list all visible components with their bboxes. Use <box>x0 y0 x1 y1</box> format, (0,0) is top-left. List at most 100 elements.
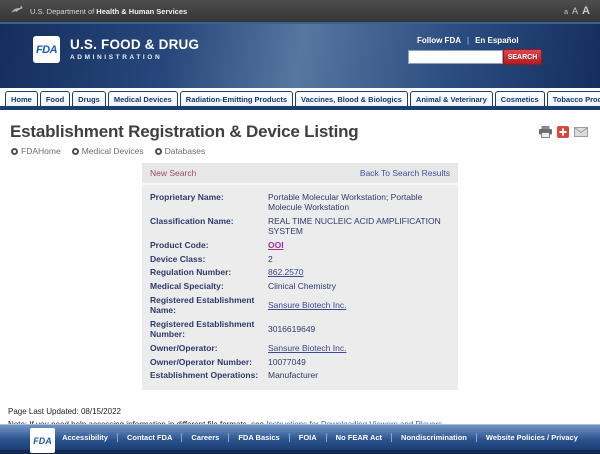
registered-establishment-name-link[interactable]: Sansure Biotech Inc. <box>268 300 450 311</box>
share-icon[interactable] <box>557 126 569 138</box>
registered-establishment-number-value: 3016619649 <box>268 324 450 335</box>
field-label: Device Class: <box>150 254 268 265</box>
page-header: Establishment Registration & Device List… <box>0 110 600 156</box>
back-to-search-results-link[interactable]: Back To Search Results <box>360 168 450 178</box>
table-row: Classification Name: REAL TIME NUCLEIC A… <box>150 214 450 238</box>
footer-link-no-fear-act[interactable]: No FEAR Act <box>327 433 392 442</box>
table-row: Device Class: 2 <box>150 252 450 266</box>
establishment-operations-value: Manufacturer <box>268 370 450 381</box>
breadcrumb-label: FDAHome <box>21 146 61 156</box>
page-title: Establishment Registration & Device List… <box>10 122 590 142</box>
tab-cosmetics[interactable]: Cosmetics <box>495 91 545 106</box>
footer-fda-logo[interactable]: FDA <box>30 428 55 453</box>
fda-logo[interactable]: FDA <box>33 36 60 63</box>
breadcrumb-databases[interactable]: Databases <box>155 146 206 156</box>
follow-fda-link[interactable]: Follow FDA <box>417 36 461 45</box>
tab-food[interactable]: Food <box>40 91 70 106</box>
breadcrumb-medical-devices[interactable]: Medical Devices <box>72 146 144 156</box>
table-row: Registered Establishment Name: Sansure B… <box>150 293 450 317</box>
field-label: Regulation Number: <box>150 267 268 278</box>
table-row: Registered Establishment Number: 3016619… <box>150 317 450 341</box>
tab-drugs[interactable]: Drugs <box>72 91 106 106</box>
hhs-dept-bold: Health & Human Services <box>96 7 187 16</box>
search-button[interactable]: SEARCH <box>503 49 542 65</box>
table-row: Product Code: OOI <box>150 239 450 253</box>
text-size-large-button[interactable]: A <box>582 5 590 17</box>
footer-link-foia[interactable]: FOIA <box>290 433 327 442</box>
text-size-controls: a A A <box>564 5 590 17</box>
field-label: Registered Establishment Number: <box>150 319 268 340</box>
medical-specialty-value: Clinical Chemistry <box>268 281 450 292</box>
device-detail-panel: New Search Back To Search Results Propri… <box>142 163 458 390</box>
table-row: Regulation Number: 862.2570 <box>150 266 450 280</box>
field-label: Product Code: <box>150 240 268 251</box>
field-label: Medical Specialty: <box>150 281 268 292</box>
table-row: Owner/Operator Number: 10077049 <box>150 355 450 369</box>
breadcrumb-bullet-icon <box>155 148 162 155</box>
print-icon[interactable] <box>539 126 552 138</box>
classification-name-value: REAL TIME NUCLEIC ACID AMPLIFICATION SYS… <box>268 216 450 237</box>
hhs-dept-prefix: U.S. Department of <box>30 7 94 16</box>
search-input[interactable] <box>408 50 503 64</box>
field-label: Registered Establishment Name: <box>150 295 268 316</box>
field-label: Classification Name: <box>150 216 268 237</box>
breadcrumb-label: Medical Devices <box>82 146 144 156</box>
hhs-dept-text[interactable]: U.S. Department of Health & Human Servic… <box>30 7 187 16</box>
breadcrumb-fda-home[interactable]: FDAHome <box>11 146 61 156</box>
header-links: Follow FDA | En Español <box>417 36 519 45</box>
footer-link-careers[interactable]: Careers <box>182 433 229 442</box>
table-row: Medical Specialty: Clinical Chemistry <box>150 279 450 293</box>
page-action-icons <box>539 126 588 138</box>
footer-fda-logo-text: FDA <box>33 436 52 446</box>
footer-link-nondiscrimination[interactable]: Nondiscrimination <box>392 433 477 442</box>
regulation-number-link[interactable]: 862.2570 <box>268 267 450 278</box>
fda-logo-text: FDA <box>36 44 57 56</box>
proprietary-name-value: Portable Molecular Workstation; Portable… <box>268 192 450 213</box>
footer-link-accessibility[interactable]: Accessibility <box>53 433 118 442</box>
fda-wordmark-line1: U.S. FOOD & DRUG <box>70 37 199 52</box>
tab-radiation-emitting-products[interactable]: Radiation-Emitting Products <box>180 91 293 106</box>
owner-operator-link[interactable]: Sansure Biotech Inc. <box>268 343 450 354</box>
fda-wordmark: U.S. FOOD & DRUG ADMINISTRATION <box>70 37 199 61</box>
table-row: Proprietary Name: Portable Molecular Wor… <box>150 190 450 214</box>
breadcrumb-label: Databases <box>165 146 206 156</box>
email-icon[interactable] <box>574 127 588 137</box>
tab-medical-devices[interactable]: Medical Devices <box>108 91 178 106</box>
footer-link-contact-fda[interactable]: Contact FDA <box>118 433 182 442</box>
breadcrumb: FDAHome Medical Devices Databases <box>11 146 590 156</box>
product-code-link[interactable]: OOI <box>268 240 450 251</box>
header-links-separator: | <box>467 36 469 45</box>
tab-tobacco-products[interactable]: Tobacco Products <box>547 91 600 106</box>
en-espanol-link[interactable]: En Español <box>475 36 519 45</box>
tab-animal-veterinary[interactable]: Animal & Veterinary <box>410 91 493 106</box>
field-label: Establishment Operations: <box>150 370 268 381</box>
table-row: Owner/Operator: Sansure Biotech Inc. <box>150 342 450 356</box>
breadcrumb-bullet-icon <box>72 148 79 155</box>
footer-bar: FDA Accessibility Contact FDA Careers FD… <box>0 424 600 450</box>
owner-operator-number-value: 10077049 <box>268 357 450 368</box>
header-search: SEARCH <box>408 49 542 65</box>
panel-toolbar: New Search Back To Search Results <box>142 163 458 185</box>
footer-link-website-policies[interactable]: Website Policies / Privacy <box>477 433 587 442</box>
field-label: Owner/Operator: <box>150 343 268 354</box>
page-last-updated: Page Last Updated: 08/15/2022 <box>8 406 592 418</box>
field-label: Proprietary Name: <box>150 192 268 213</box>
footer-links: Accessibility Contact FDA Careers FDA Ba… <box>0 425 600 450</box>
footer-link-fda-basics[interactable]: FDA Basics <box>229 433 289 442</box>
tab-vaccines-blood-biologics[interactable]: Vaccines, Blood & Biologics <box>295 91 408 106</box>
text-size-small-button[interactable]: a <box>564 9 568 16</box>
text-size-medium-button[interactable]: A <box>572 6 578 16</box>
field-label: Owner/Operator Number: <box>150 357 268 368</box>
new-search-link[interactable]: New Search <box>150 168 196 178</box>
device-detail-table: Proprietary Name: Portable Molecular Wor… <box>142 185 458 384</box>
table-row: Establishment Operations: Manufacturer <box>150 369 450 383</box>
hhs-topbar: U.S. Department of Health & Human Servic… <box>0 0 600 22</box>
fda-wordmark-line2: ADMINISTRATION <box>70 54 199 61</box>
breadcrumb-bullet-icon <box>11 148 18 155</box>
tab-home[interactable]: Home <box>5 91 38 106</box>
footer-bottom-strip <box>0 450 600 454</box>
primary-nav: Home Food Drugs Medical Devices Radiatio… <box>0 88 600 106</box>
fda-header: FDA U.S. FOOD & DRUG ADMINISTRATION Foll… <box>0 22 600 88</box>
hhs-eagle-icon <box>10 4 24 18</box>
device-class-value: 2 <box>268 254 450 265</box>
